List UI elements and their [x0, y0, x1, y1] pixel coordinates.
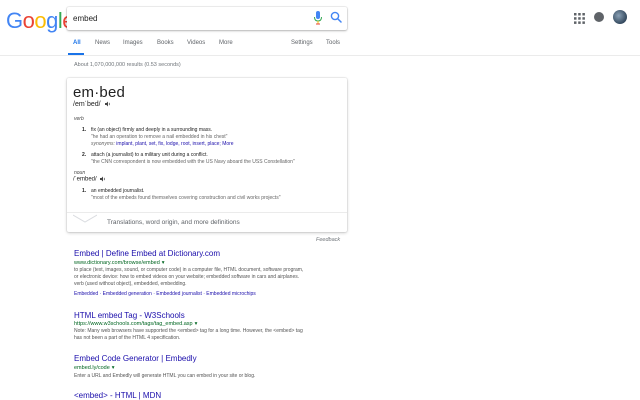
logo-letter: g	[46, 8, 58, 33]
def-number: 1.	[82, 127, 87, 133]
caret-down-icon[interactable]: ▾	[112, 365, 115, 371]
snippet-line: or electronic device: how to embed video…	[74, 274, 300, 280]
definition-text: an embedded journalist.	[91, 188, 145, 194]
noun-phonetic-text: /ˈembed/	[73, 176, 97, 183]
dictionary-word: em·bed	[73, 84, 126, 101]
phonetic-text: /emˈbed/	[73, 101, 101, 108]
snippet-line: Enter a URL and Embedly will generate HT…	[74, 373, 256, 379]
tab-videos[interactable]: Videos	[187, 40, 205, 46]
result-stats: About 1,070,000,000 results (0.53 second…	[74, 62, 181, 68]
avatar[interactable]	[613, 10, 627, 24]
logo-letter: G	[6, 8, 23, 33]
tab-images[interactable]: Images	[123, 40, 143, 46]
part-of-speech-verb: verb	[74, 116, 84, 122]
notifications-icon[interactable]	[594, 12, 604, 22]
result-url-text: embed.ly/code	[74, 365, 110, 371]
tab-settings[interactable]: Settings	[291, 40, 313, 46]
snippet-line: Note: Many web browsers have supported t…	[74, 328, 303, 334]
synonyms-label: synonyms:	[91, 141, 115, 147]
more-definitions-link[interactable]: Translations, word origin, and more defi…	[107, 219, 240, 226]
tab-tools[interactable]: Tools	[326, 40, 340, 46]
tab-books[interactable]: Books	[157, 40, 174, 46]
definition-example: "the CNN correspondent is now embedded w…	[91, 159, 295, 165]
result-title-link[interactable]: Embed Code Generator | Embedly	[74, 354, 197, 363]
snippet-line: has not been a part of the HTML 4 specif…	[74, 335, 181, 341]
result-title-link[interactable]: <embed> - HTML | MDN	[74, 391, 161, 400]
result-url: embed.ly/code ▾	[74, 365, 115, 371]
google-logo[interactable]: Google	[6, 8, 75, 34]
dictionary-phonetic: /emˈbed/	[73, 101, 111, 108]
synonyms-line: synonyms: implant, plant, set, fix, lodg…	[91, 141, 234, 147]
chevron-down-icon[interactable]	[73, 214, 97, 224]
synonyms-list[interactable]: implant, plant, set, fix, lodge, root, i…	[116, 141, 221, 147]
tab-more[interactable]: More	[219, 40, 233, 46]
result-url: https://www.w3schools.com/tags/tag_embed…	[74, 321, 197, 327]
result-snippet: to place (text, images, sound, or comput…	[74, 267, 303, 288]
search-input[interactable]	[73, 11, 303, 25]
microphone-icon[interactable]	[313, 11, 323, 25]
snippet-line: verb (used without object), embedded, em…	[74, 281, 187, 287]
logo-letter: o	[22, 8, 35, 33]
card-divider	[67, 212, 347, 213]
definition-text: fix (an object) firmly and deeply in a s…	[91, 127, 213, 133]
definition-text: attach (a journalist) to a military unit…	[91, 152, 208, 158]
result-snippet: Note: Many web browsers have supported t…	[74, 328, 303, 342]
result-url-text: www.dictionary.com/browse/embed	[74, 260, 160, 266]
result-title-link[interactable]: Embed | Define Embed at Dictionary.com	[74, 249, 220, 258]
result-sitelinks[interactable]: Embedded · Embedded generation · Embedde…	[74, 291, 256, 297]
result-url-text: https://www.w3schools.com/tags/tag_embed…	[74, 321, 193, 327]
snippet-line: to place (text, images, sound, or comput…	[74, 267, 304, 273]
def-number: 2.	[82, 152, 87, 158]
caret-down-icon[interactable]: ▾	[162, 260, 165, 266]
definition-example: "most of the embeds found themselves cov…	[91, 195, 281, 201]
result-title-link[interactable]: HTML embed Tag - W3Schools	[74, 311, 185, 320]
apps-grid-icon[interactable]	[574, 13, 585, 24]
search-box[interactable]	[67, 7, 347, 30]
feedback-link[interactable]: Feedback	[316, 237, 340, 243]
tabs-divider	[0, 55, 640, 56]
caret-down-icon[interactable]: ▾	[195, 321, 198, 327]
def-number: 1.	[82, 188, 87, 194]
search-icon[interactable]	[330, 11, 342, 23]
tab-news[interactable]: News	[95, 40, 110, 46]
synonyms-more-link[interactable]: More	[222, 141, 233, 147]
logo-letter: o	[34, 8, 47, 33]
dictionary-card: em·bed /emˈbed/ verb 1. fix (an object) …	[67, 78, 347, 232]
result-url: www.dictionary.com/browse/embed ▾	[74, 260, 165, 266]
noun-phonetic: /ˈembed/	[73, 176, 106, 183]
tab-all[interactable]: All	[73, 40, 81, 46]
result-snippet: Enter a URL and Embedly will generate HT…	[74, 373, 255, 380]
speaker-icon[interactable]	[104, 101, 111, 107]
speaker-icon[interactable]	[100, 176, 106, 182]
definition-example: "he had an operation to remove a nail em…	[91, 134, 228, 140]
